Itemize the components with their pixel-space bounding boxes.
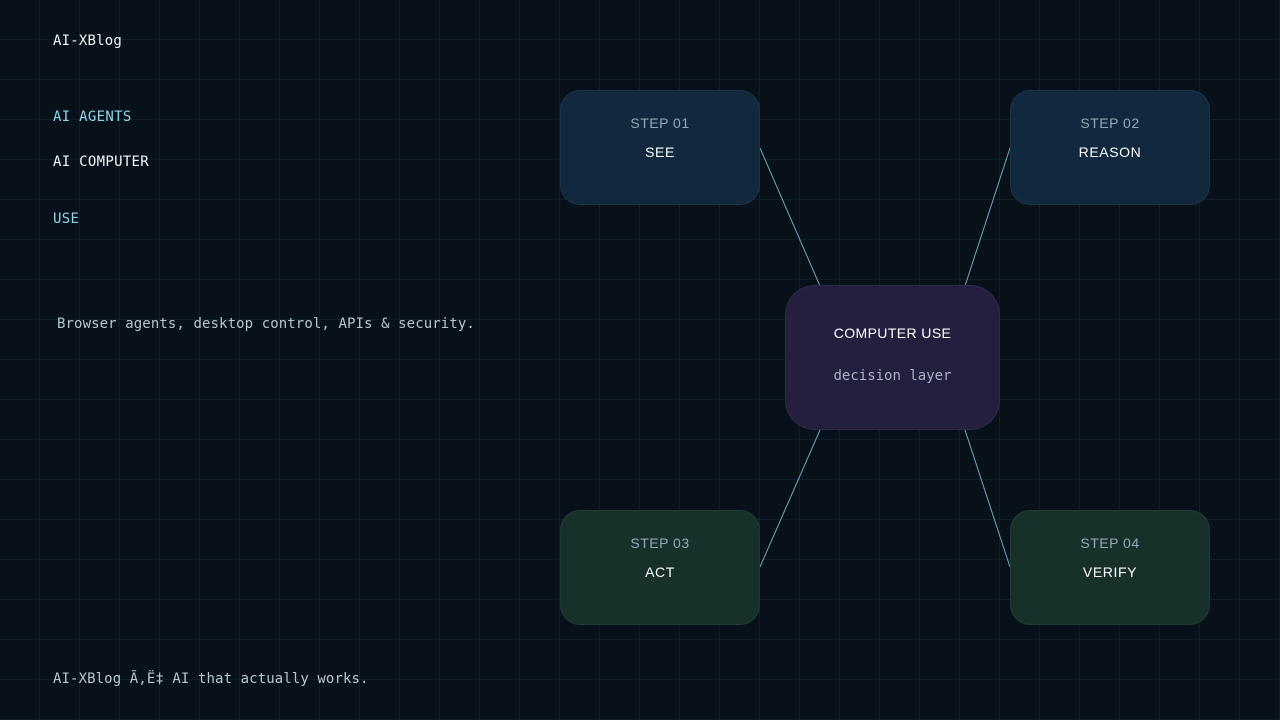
headline-line-1: AI AGENTS bbox=[53, 109, 132, 125]
step-title: REASON bbox=[1078, 144, 1142, 160]
step-title: VERIFY bbox=[1082, 564, 1138, 580]
step-title: ACT bbox=[645, 564, 675, 580]
connector-step-03 bbox=[759, 429, 821, 568]
center-subtitle: decision layer bbox=[833, 368, 952, 384]
step-label: STEP 04 bbox=[1080, 535, 1140, 551]
step-node-see: STEP 01 SEE bbox=[560, 90, 760, 205]
connector-step-01 bbox=[759, 147, 821, 287]
connector-step-02 bbox=[964, 147, 1011, 287]
step-title: SEE bbox=[645, 144, 675, 160]
center-title: COMPUTER USE bbox=[833, 325, 952, 341]
center-node-computer-use: COMPUTER USE decision layer bbox=[785, 285, 1000, 430]
headline-line-3: USE bbox=[53, 211, 80, 227]
headline-line-2: AI COMPUTER bbox=[53, 154, 150, 170]
step-node-verify: STEP 04 VERIFY bbox=[1010, 510, 1210, 625]
tagline: Browser agents, desktop control, APIs & … bbox=[57, 316, 475, 332]
step-node-act: STEP 03 ACT bbox=[560, 510, 760, 625]
step-label: STEP 02 bbox=[1080, 115, 1140, 131]
connector-step-04 bbox=[964, 429, 1011, 568]
step-node-reason: STEP 02 REASON bbox=[1010, 90, 1210, 205]
step-label: STEP 03 bbox=[630, 535, 690, 551]
step-label: STEP 01 bbox=[630, 115, 690, 131]
brand-logo-text[interactable]: AI-XBlog bbox=[53, 33, 122, 49]
footer-text: AI-XBlog Ã‚Ë‡ AI that actually works. bbox=[53, 671, 369, 687]
